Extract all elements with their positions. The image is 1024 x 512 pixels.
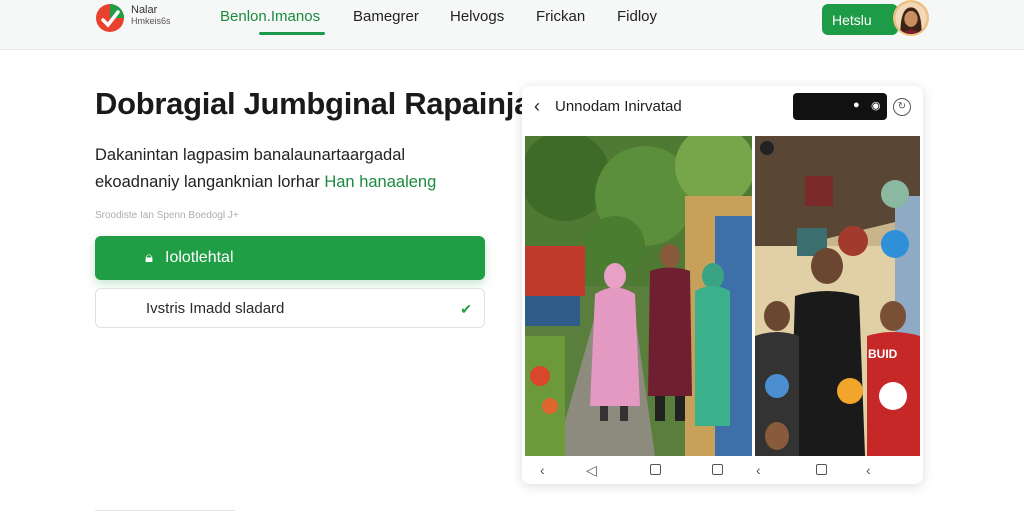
brand-line-1: Nalar — [131, 4, 158, 16]
nav-item-3[interactable]: Helvogs — [450, 8, 504, 25]
shield-icon: ◉ — [871, 100, 881, 112]
page-title: Dobragial Jumbginal Rapainjad — [95, 86, 550, 121]
brand-name: Nalar Hmkeis6s — [131, 5, 171, 27]
photo-right[interactable] — [755, 136, 920, 456]
card-title: Unnodam Inirvatad — [555, 98, 682, 115]
nav-item-5[interactable]: Fidloy — [617, 8, 657, 25]
divider — [95, 510, 235, 511]
nav-active-indicator — [259, 32, 325, 35]
lock-icon: 🔒︎ — [145, 249, 153, 266]
recents-square-icon[interactable] — [712, 462, 723, 478]
top-nav-bar: Nalar Hmkeis6s Benlon.Imanos Bamegrer He… — [0, 0, 1024, 50]
select-dropdown[interactable]: Ivstris Imadd sladard ✔ — [95, 288, 485, 328]
camera-icon: ● — [853, 99, 860, 111]
back-nav-icon-2[interactable]: ‹ — [756, 462, 761, 478]
nav-item-2[interactable]: Bamegrer — [353, 8, 419, 25]
hero-description: Dakanintan lagpasim banalaunartaargadal … — [95, 142, 495, 196]
hero-desc-line-2: ekoadnaniy langanknian lorhar Han hanaal… — [95, 169, 495, 196]
back-nav-icon-3[interactable]: ‹ — [866, 462, 871, 478]
hero-desc-highlight: Han hanaaleng — [324, 173, 437, 191]
preview-card: ‹ Unnodam Inirvatad ● ◉ ↻ BUID ‹ ◁ ‹ ‹ — [522, 86, 923, 484]
photo-badge: BUID — [868, 347, 898, 361]
photo-left[interactable] — [525, 136, 752, 456]
select-value: Ivstris Imadd sladard — [146, 299, 285, 317]
chevron-left-icon[interactable]: ‹ — [534, 96, 540, 117]
chevron-down-icon: ✔ — [460, 301, 472, 317]
photo-left-image — [525, 136, 752, 456]
hero-desc-line-1: Dakanintan lagpasim banalaunartaargadal — [95, 146, 406, 164]
nav-item-1[interactable]: Benlon.Imanos — [220, 8, 320, 25]
triangle-back-icon[interactable]: ◁ — [586, 462, 597, 479]
back-nav-icon[interactable]: ‹ — [540, 462, 545, 478]
nav-item-4[interactable]: Frickan — [536, 8, 585, 25]
avatar[interactable] — [893, 0, 929, 36]
brand-logo-icon[interactable] — [95, 3, 125, 33]
avatar-image — [895, 2, 927, 34]
card-bottom-nav: ‹ ◁ ‹ ‹ — [522, 460, 923, 484]
refresh-icon[interactable]: ↻ — [893, 98, 911, 116]
screenshot-icon[interactable] — [816, 462, 827, 478]
hint-text: Sroodiste Ian Spenn Boedogl J+ — [95, 210, 239, 221]
home-square-icon[interactable] — [650, 462, 661, 478]
top-cta-button[interactable]: Hetslu — [822, 4, 898, 35]
brand-line-2: Hmkeis6s — [131, 16, 171, 26]
primary-button[interactable]: 🔒︎ Iolotlehtal — [95, 236, 485, 280]
hero-desc-line-2-text: ekoadnaniy langanknian lorhar — [95, 173, 320, 191]
status-pill[interactable]: ● ◉ — [793, 93, 887, 120]
photo-right-image — [755, 136, 920, 456]
primary-button-label: Iolotlehtal — [165, 249, 234, 266]
